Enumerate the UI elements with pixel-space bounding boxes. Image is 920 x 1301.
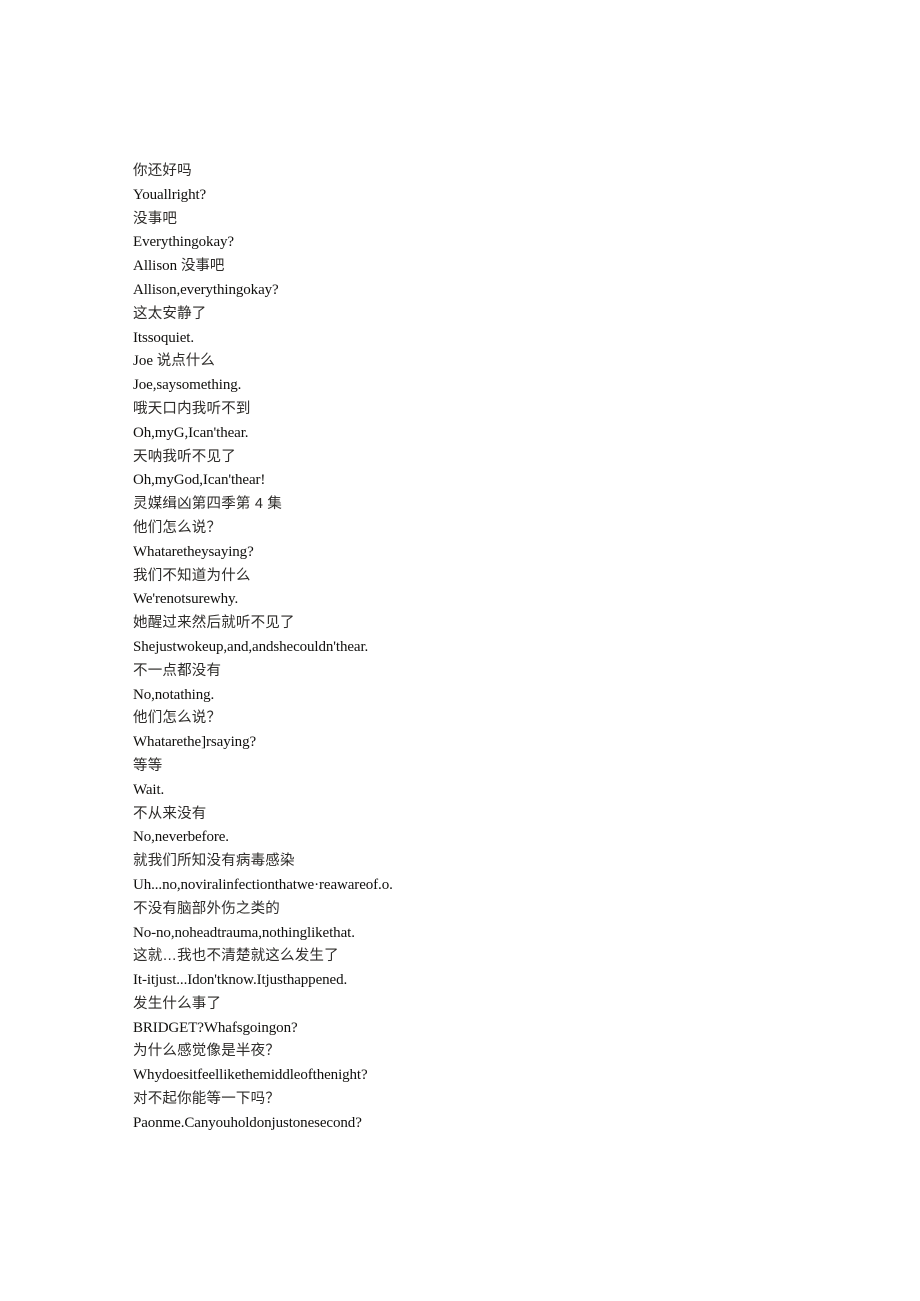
transcript-line: Shejustwokeup,and,andshecouldn'thear. xyxy=(133,638,369,655)
transcript-line: Wait. xyxy=(133,781,165,798)
transcript-line: Paonme.Canyouholdonjustonesecond? xyxy=(133,1114,362,1131)
transcript-line: No,neverbefore. xyxy=(133,829,229,846)
transcript-line: 他们怎么说？ xyxy=(133,710,222,727)
transcript-line: We'renotsurewhy. xyxy=(133,591,239,608)
transcript-line: BRIDGET?Whafsgoingon? xyxy=(133,1019,298,1036)
transcript-line: 这就…我也不清楚就这么发生了 xyxy=(133,948,339,965)
transcript-line: 就我们所知没有病毒感染 xyxy=(133,853,295,870)
transcript-line: 不没有脑部外伤之类的 xyxy=(133,900,280,917)
transcript-line: 对不起你能等一下吗？ xyxy=(133,1091,280,1108)
transcript-line: 等等 xyxy=(133,757,163,774)
transcript-line: It-itjust...Idon'tknow.Itjusthappened. xyxy=(133,972,348,989)
transcript-line: 为什么感觉像是半夜？ xyxy=(133,1043,280,1060)
transcript-line: 发生什么事了 xyxy=(133,995,222,1012)
transcript-line-han-part: 说点什么 xyxy=(156,353,215,370)
transcript-line: No-no,noheadtrauma,nothinglikethat. xyxy=(133,924,355,941)
transcript-line: 这太安静了 xyxy=(133,305,207,322)
transcript-line: 灵媒缉凶第四季第 4 集 xyxy=(133,496,283,513)
transcript-line: 我们不知道为什么 xyxy=(133,567,251,584)
transcript-line: Whataretheysaying? xyxy=(133,543,254,560)
transcript-line: 他们怎么说？ xyxy=(133,519,222,536)
transcript-line: Oh,myG,Ican'thear. xyxy=(133,424,249,441)
transcript-line: Whatarethe]rsaying? xyxy=(133,734,257,751)
transcript-line-latin-part: Allison xyxy=(133,258,181,275)
transcript-line: Joe 说点什么 xyxy=(133,350,833,374)
transcript-line-han-part: 没事吧 xyxy=(180,258,225,275)
transcript-line: Everythingokay? xyxy=(133,234,234,251)
transcript-line: Allison 没事吧 xyxy=(133,255,833,279)
transcript-line: Uh...no,noviralinfectionthatwe·reawareof… xyxy=(133,876,393,893)
transcript-line: 不从来没有 xyxy=(133,805,207,822)
transcript-line: 她醒过来然后就听不见了 xyxy=(133,615,295,632)
subtitle-transcript: 你还好吗 Youallright? 没事吧 Everythingokay? Alliso… xyxy=(133,160,833,1136)
transcript-line: Youallright? xyxy=(133,186,207,203)
transcript-line-latin-part: Joe xyxy=(133,353,157,370)
transcript-line: 哦天口内我听不到 xyxy=(133,400,251,417)
transcript-line: 你还好吗 xyxy=(133,163,192,179)
transcript-line: 不一点都没有 xyxy=(133,662,222,679)
transcript-line: Oh,myGod,Ican'thear! xyxy=(133,472,266,489)
transcript-line: No,notathing. xyxy=(133,686,215,703)
transcript-line: 天呐我听不见了 xyxy=(133,448,236,465)
transcript-line: Joe,saysomething. xyxy=(133,377,242,394)
transcript-line: Allison,everythingokay? xyxy=(133,281,279,298)
transcript-line: 没事吧 xyxy=(133,210,178,227)
transcript-line: Whydoesitfeellikethemiddleofthenight? xyxy=(133,1067,368,1084)
document-page: 你还好吗 Youallright? 没事吧 Everythingokay? Alliso… xyxy=(0,0,920,1301)
transcript-line: Itssoquiet. xyxy=(133,329,194,346)
